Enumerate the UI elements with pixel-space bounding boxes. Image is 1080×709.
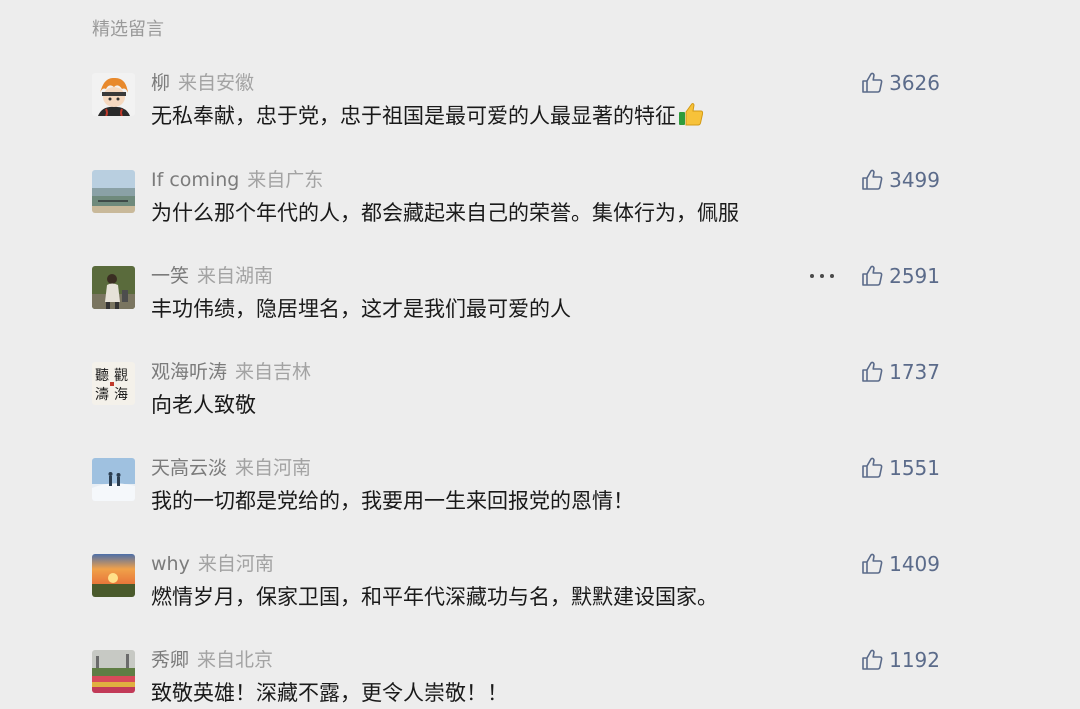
thumbs-up-icon — [862, 265, 883, 286]
comment-author[interactable]: 天高云淡 — [151, 457, 227, 479]
comment-item: 天高云淡 来自河南 我的一切都是党给的，我要用一生来回报党的恩情！ 1551 — [92, 455, 952, 545]
like-button[interactable]: 1737 — [861, 359, 940, 385]
avatar-cartoon-icon[interactable] — [92, 73, 135, 116]
like-count: 1192 — [889, 648, 940, 672]
comment-text: 向老人致敬 — [151, 393, 256, 417]
thumbs-up-icon — [862, 169, 883, 190]
like-button[interactable]: 1551 — [861, 455, 940, 481]
svg-text:觀: 觀 — [114, 368, 128, 384]
comment-author[interactable]: 柳 — [151, 72, 170, 94]
like-button[interactable]: 3626 — [861, 70, 940, 96]
comment-text: 无私奉献，忠于党，忠于祖国是最可爱的人最显著的特征 — [151, 101, 704, 134]
comment-location: 来自北京 — [197, 649, 274, 671]
like-button[interactable]: 1409 — [861, 551, 940, 577]
comment-author[interactable]: why — [151, 553, 190, 575]
comment-author[interactable]: If coming — [151, 169, 239, 191]
like-button[interactable]: 2591 — [861, 263, 940, 289]
comment-author[interactable]: 一笑 — [151, 265, 189, 287]
comments-page: 精选留言 柳来自安徽 无私奉献，忠于党，忠于祖国是最可爱的人最显著的特征 362… — [0, 0, 1080, 709]
like-count: 2591 — [889, 264, 940, 288]
thumbs-up-icon — [862, 72, 883, 93]
comment-text-content: 无私奉献，忠于党，忠于祖国是最可爱的人最显著的特征 — [151, 104, 676, 128]
avatar-garden-icon[interactable] — [92, 650, 135, 693]
comment-item: 柳来自安徽 无私奉献，忠于党，忠于祖国是最可爱的人最显著的特征 3626 — [92, 70, 952, 160]
comment-meta: If coming 来自广东 — [151, 167, 323, 193]
avatar-person-icon[interactable] — [92, 266, 135, 309]
like-button[interactable]: 3499 — [861, 167, 940, 193]
comment-location: 来自安徽 — [178, 72, 255, 94]
comment-text: 致敬英雄！深藏不露，更令人崇敬！！ — [151, 681, 508, 705]
comment-meta: 天高云淡 来自河南 — [151, 455, 311, 481]
avatar-calligraphy-icon[interactable]: 聽 觀 濤 海 — [92, 362, 135, 405]
thumbs-up-icon — [862, 649, 883, 670]
comment-location: 来自河南 — [197, 553, 274, 575]
comment-item: If coming 来自广东 为什么那个年代的人，都会藏起来自己的荣誉。集体行为，… — [92, 167, 952, 257]
svg-text:海: 海 — [114, 387, 128, 403]
comment-meta: 观海听涛 来自吉林 — [151, 359, 311, 385]
like-count: 1737 — [889, 360, 940, 384]
comment-author[interactable]: 观海听涛 — [151, 361, 227, 383]
comment-location: 来自河南 — [235, 457, 312, 479]
comment-author[interactable]: 秀卿 — [151, 649, 189, 671]
comment-text: 燃情岁月，保家卫国，和平年代深藏功与名，默默建设国家。 — [151, 585, 718, 609]
like-button[interactable]: 1192 — [861, 647, 940, 673]
comment-location: 来自湖南 — [197, 265, 274, 287]
comment-item: 秀卿 来自北京 致敬英雄！深藏不露，更令人崇敬！！ 1192 — [92, 647, 952, 709]
section-title: 精选留言 — [92, 19, 164, 40]
comment-meta: 柳来自安徽 — [151, 70, 254, 96]
svg-text:聽: 聽 — [95, 368, 109, 384]
thumbs-up-icon — [862, 361, 883, 382]
thumbs-up-icon — [862, 457, 883, 478]
like-count: 1551 — [889, 456, 940, 480]
comment-meta: why 来自河南 — [151, 551, 274, 577]
comment-location: 来自吉林 — [235, 361, 312, 383]
like-count: 3499 — [889, 168, 940, 192]
thumbs-up-icon — [862, 553, 883, 574]
comment-text: 我的一切都是党给的，我要用一生来回报党的恩情！ — [151, 489, 634, 513]
avatar-sunset-icon[interactable] — [92, 554, 135, 597]
comment-item: why 来自河南 燃情岁月，保家卫国，和平年代深藏功与名，默默建设国家。 1409 — [92, 551, 952, 641]
svg-text:濤: 濤 — [95, 387, 109, 403]
comment-text: 丰功伟绩，隐居埋名，这才是我们最可爱的人 — [151, 297, 571, 321]
avatar-landscape-icon[interactable] — [92, 170, 135, 213]
comment-meta: 秀卿 来自北京 — [151, 647, 273, 673]
more-options-icon[interactable] — [810, 263, 834, 289]
comment-item: 一笑 来自湖南 丰功伟绩，隐居埋名，这才是我们最可爱的人 2591 — [92, 263, 952, 353]
comment-item: 聽 觀 濤 海 观海听涛 来自吉林 向老人致敬 1737 — [92, 359, 952, 449]
comment-location: 来自广东 — [247, 169, 324, 191]
like-count: 3626 — [889, 71, 940, 95]
like-count: 1409 — [889, 552, 940, 576]
avatar-snow-icon[interactable] — [92, 458, 135, 501]
comment-meta: 一笑 来自湖南 — [151, 263, 273, 289]
thumbs-up-emoji-icon — [678, 102, 704, 134]
comment-text: 为什么那个年代的人，都会藏起来自己的荣誉。集体行为，佩服 — [151, 201, 739, 225]
